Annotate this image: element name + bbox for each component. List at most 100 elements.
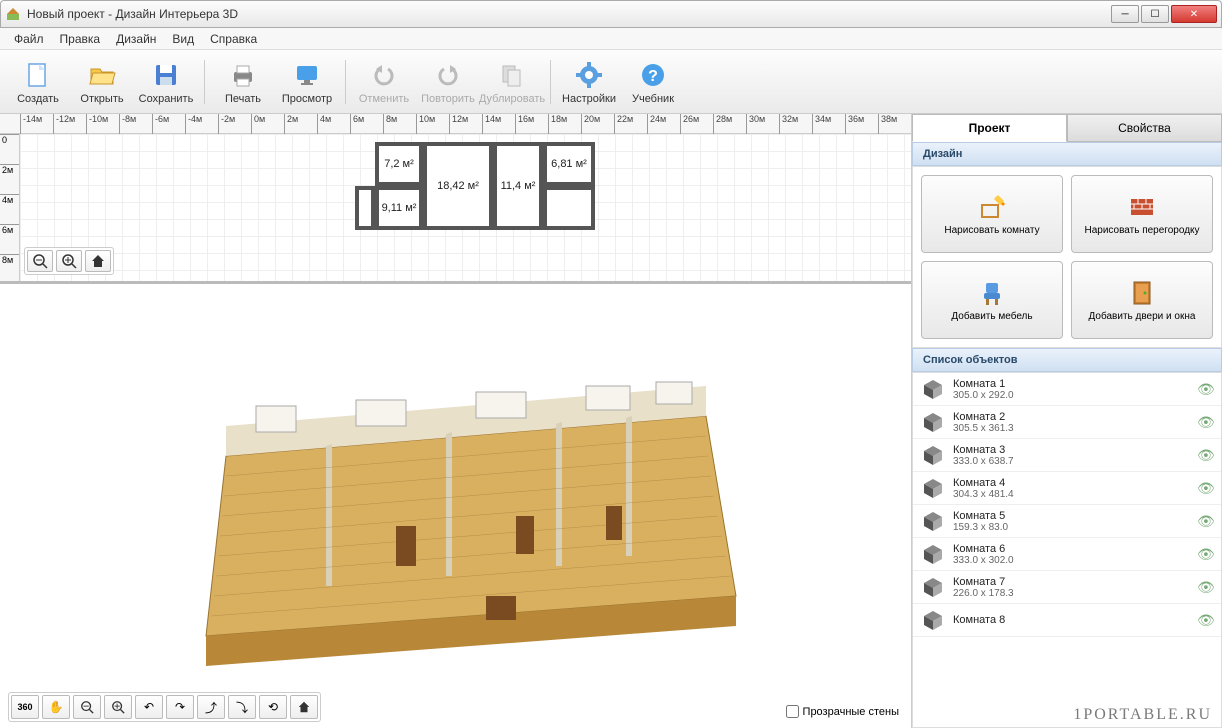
visibility-toggle-icon[interactable]: 👁: [1197, 546, 1213, 563]
cube-icon: [921, 410, 945, 434]
ruler-tick: 28м: [713, 114, 732, 134]
canvas-area: -14м-12м-10м-8м-6м-4м-2м0м2м4м6м8м10м12м…: [0, 114, 912, 728]
room-2d[interactable]: 18,42 м²: [423, 142, 493, 230]
transparent-walls-checkbox[interactable]: Прозрачные стены: [786, 705, 899, 718]
cube-icon: [921, 608, 945, 632]
plan-2d-view[interactable]: -14м-12м-10м-8м-6м-4м-2м0м2м4м6м8м10м12м…: [0, 114, 911, 284]
rotate-left-button[interactable]: ↶: [135, 695, 163, 719]
object-list[interactable]: Комната 1 305.0 x 292.0 👁 Комната 2 305.…: [912, 372, 1222, 728]
tab-properties[interactable]: Свойства: [1067, 114, 1222, 142]
visibility-toggle-icon[interactable]: 👁: [1197, 447, 1213, 464]
ruler-tick: 2м: [0, 164, 19, 175]
draw-partition-button[interactable]: Нарисовать перегородку: [1071, 175, 1213, 253]
menu-edit[interactable]: Правка: [52, 30, 109, 48]
ruler-horizontal: -14м-12м-10м-8м-6м-4м-2м0м2м4м6м8м10м12м…: [0, 114, 911, 134]
print-button[interactable]: Печать: [213, 53, 273, 111]
rotate-right-button[interactable]: ↷: [166, 695, 194, 719]
visibility-toggle-icon[interactable]: 👁: [1197, 414, 1213, 431]
menu-help[interactable]: Справка: [202, 30, 265, 48]
menu-design[interactable]: Дизайн: [108, 30, 164, 48]
object-list-item[interactable]: Комната 1 305.0 x 292.0 👁: [913, 373, 1221, 406]
visibility-toggle-icon[interactable]: 👁: [1197, 480, 1213, 497]
room-2d[interactable]: 7,2 м²: [375, 142, 423, 186]
object-list-item[interactable]: Комната 7 226.0 x 178.3 👁: [913, 571, 1221, 604]
object-list-item[interactable]: Комната 8 👁: [913, 604, 1221, 637]
visibility-toggle-icon[interactable]: 👁: [1197, 513, 1213, 530]
visibility-toggle-icon[interactable]: 👁: [1197, 579, 1213, 596]
settings-button[interactable]: Настройки: [559, 53, 619, 111]
minimize-button[interactable]: ─: [1111, 5, 1139, 23]
ruler-vertical: 02м4м6м8м: [0, 134, 20, 281]
tab-project[interactable]: Проект: [912, 114, 1067, 142]
view-3d[interactable]: 360 ✋ ↶ ↷ ⤴ ⤵ ⟲ Прозрачные стены: [0, 284, 911, 728]
draw-room-button[interactable]: Нарисовать комнату: [921, 175, 1063, 253]
pan-button[interactable]: ✋: [42, 695, 70, 719]
ruler-tick: 32м: [779, 114, 798, 134]
tilt-up-button[interactable]: ⤴: [197, 695, 225, 719]
main-toolbar: Создать Открыть Сохранить Печать Просмот…: [0, 50, 1222, 114]
ruler-tick: 6м: [0, 224, 19, 235]
menu-file[interactable]: Файл: [6, 30, 52, 48]
folder-open-icon: [86, 59, 118, 91]
gear-icon: [573, 59, 605, 91]
open-button[interactable]: Открыть: [72, 53, 132, 111]
object-dimensions: 333.0 x 638.7: [953, 456, 1189, 467]
close-button[interactable]: ✕: [1171, 5, 1217, 23]
object-list-item[interactable]: Комната 6 333.0 x 302.0 👁: [913, 538, 1221, 571]
object-list-item[interactable]: Комната 4 304.3 x 481.4 👁: [913, 472, 1221, 505]
ruler-tick: 36м: [845, 114, 864, 134]
preview-button[interactable]: Просмотр: [277, 53, 337, 111]
object-name: Комната 4: [953, 477, 1189, 489]
add-furniture-button[interactable]: Добавить мебель: [921, 261, 1063, 339]
reset-view-button[interactable]: ⟲: [259, 695, 287, 719]
ruler-tick: 8м: [0, 254, 19, 265]
tutorial-button[interactable]: ? Учебник: [623, 53, 683, 111]
object-list-item[interactable]: Комната 2 305.5 x 361.3 👁: [913, 406, 1221, 439]
window-titlebar: Новый проект - Дизайн Интерьера 3D ─ ☐ ✕: [0, 0, 1222, 28]
ruler-tick: 8м: [383, 114, 397, 134]
object-name: Комната 1: [953, 378, 1189, 390]
duplicate-button[interactable]: Дублировать: [482, 53, 542, 111]
ruler-tick: 26м: [680, 114, 699, 134]
tilt-down-button[interactable]: ⤵: [228, 695, 256, 719]
ruler-tick: 14м: [482, 114, 501, 134]
ruler-tick: 6м: [350, 114, 364, 134]
object-name: Комната 3: [953, 444, 1189, 456]
zoom-in-3d-button[interactable]: [104, 695, 132, 719]
ruler-tick: -10м: [86, 114, 108, 134]
ruler-tick: 4м: [317, 114, 331, 134]
zoom-in-button[interactable]: [56, 250, 82, 272]
object-list-item[interactable]: Комната 3 333.0 x 638.7 👁: [913, 439, 1221, 472]
pencil-room-icon: [978, 193, 1006, 221]
floorplan-2d[interactable]: 7,2 м² 18,42 м² 11,4 м² 6,81 м² 9,11 м²: [375, 142, 595, 242]
room-2d[interactable]: 9,11 м²: [375, 186, 423, 230]
home-view-button[interactable]: [85, 250, 111, 272]
room-2d[interactable]: 11,4 м²: [493, 142, 543, 230]
undo-button[interactable]: Отменить: [354, 53, 414, 111]
room-2d[interactable]: [543, 186, 595, 230]
visibility-toggle-icon[interactable]: 👁: [1197, 381, 1213, 398]
menu-view[interactable]: Вид: [164, 30, 202, 48]
menubar: Файл Правка Дизайн Вид Справка: [0, 28, 1222, 50]
object-list-item[interactable]: Комната 5 159.3 x 83.0 👁: [913, 505, 1221, 538]
transparent-walls-input[interactable]: [786, 705, 799, 718]
plan-zoom-tools: [24, 247, 114, 275]
object-dimensions: 305.5 x 361.3: [953, 423, 1189, 434]
zoom-out-3d-button[interactable]: [73, 695, 101, 719]
visibility-toggle-icon[interactable]: 👁: [1197, 612, 1213, 629]
save-button[interactable]: Сохранить: [136, 53, 196, 111]
objects-panel-header: Список объектов: [912, 348, 1222, 372]
door-icon: [1128, 279, 1156, 307]
toolbar-separator: [204, 60, 205, 104]
monitor-icon: [291, 59, 323, 91]
maximize-button[interactable]: ☐: [1141, 5, 1169, 23]
create-button[interactable]: Создать: [8, 53, 68, 111]
redo-button[interactable]: Повторить: [418, 53, 478, 111]
home-3d-button[interactable]: [290, 695, 318, 719]
sidebar-tabs: Проект Свойства: [912, 114, 1222, 142]
room-2d[interactable]: 6,81 м²: [543, 142, 595, 186]
add-doors-button[interactable]: Добавить двери и окна: [1071, 261, 1213, 339]
zoom-out-button[interactable]: [27, 250, 53, 272]
rotate-360-button[interactable]: 360: [11, 695, 39, 719]
room-2d[interactable]: [355, 186, 375, 230]
